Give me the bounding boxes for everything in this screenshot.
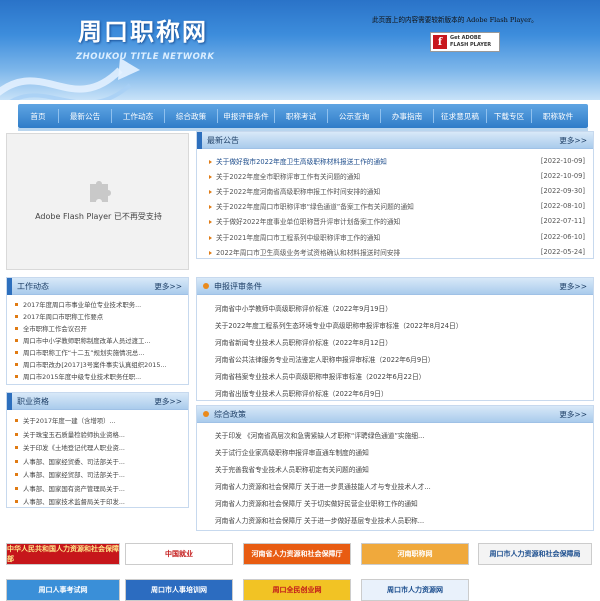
list-item[interactable]: 河南省档案专业技术人员中高级职称申报评审标准（2022年6月22日） — [197, 367, 593, 384]
nav-guide[interactable]: 办事指南 — [381, 104, 433, 128]
work-title: 工作动态 — [17, 281, 49, 291]
list-item[interactable]: 全市职称工作会议召开 — [7, 322, 188, 334]
banner-henan-hrss[interactable]: 河南省人力资源和社会保障厅 — [243, 543, 351, 565]
banner-china-jobs[interactable]: 中国就业 — [125, 543, 233, 565]
banner-zhoukou-hr[interactable]: 周口市人力资源网 — [361, 579, 469, 601]
flash-unsupported-text: Adobe Flash Player 已不再受支持 — [35, 212, 162, 221]
policy-more-link[interactable]: 更多>> — [559, 409, 593, 420]
orange-dot-icon — [203, 283, 209, 289]
site-header: 周口职称网 ZHOUKOU TITLE NETWORK 此页面上的内容需要较新版… — [0, 0, 600, 100]
nav-policy[interactable]: 综合政策 — [165, 104, 217, 128]
qualification-title: 职业资格 — [17, 396, 49, 406]
list-item[interactable]: 河南省人力资源和社会保障厅 关于切实做好民营企业职称工作的通知 — [197, 494, 593, 511]
banner-zhoukou-hrss[interactable]: 周口市人力资源和社会保障局 — [478, 543, 592, 565]
list-item[interactable]: 关于2017年度一建（含增项）... — [7, 414, 188, 428]
list-item[interactable]: 关于完善我省专业技术人员职称初定有关问题的通知 — [197, 460, 593, 477]
list-item[interactable]: 人事部、国家技术监督局关于印发... — [7, 495, 188, 509]
site-name-en: ZHOUKOU TITLE NETWORK — [76, 52, 215, 62]
list-item[interactable]: 周口市中小学教师职称制度改革人员过渡工... — [7, 334, 188, 346]
news-row[interactable]: 关于做好2022年度事业单位职称晋升评审计划备案工作的通知 [2022-07-11… — [197, 214, 593, 229]
list-item[interactable]: 关于珠宝玉石质量检验师执业资格... — [7, 428, 188, 442]
latest-panel: 最新公告 更多>> 关于做好我市2022年度卫生高级职称材料报送工作的通知 [20… — [196, 131, 594, 259]
nav-draft[interactable]: 征求意见稿 — [434, 104, 486, 128]
nav-exam[interactable]: 职称考试 — [275, 104, 327, 128]
list-item[interactable]: 河南省人力资源和社会保障厅 关于进一步贯通技能人才与专业技术人才... — [197, 477, 593, 494]
get-flash-button[interactable]: f Get ADOBE FLASH PLAYER — [430, 32, 500, 52]
list-item[interactable]: 关于印发 《河南省高层次和急需紧缺人才职称“评聘绿色通道”实施细... — [197, 426, 593, 443]
latest-more-link[interactable]: 更多>> — [559, 135, 593, 146]
nav-software[interactable]: 职称软件 — [532, 104, 584, 128]
news-row[interactable]: 2022年周口市卫生高级业务考试资格确认和材料报送时间安排 [2022-05-24… — [197, 244, 593, 259]
list-item[interactable]: 河南省公共法律服务专业司法鉴定人职称申报评审标准（2022年6月9日） — [197, 350, 593, 367]
nav-home[interactable]: 首页 — [18, 104, 58, 128]
list-item[interactable]: 关于试行企业家高级职称申报评审直通车制度的通知 — [197, 443, 593, 460]
policy-panel: 综合政策 更多>> 关于印发 《河南省高层次和急需紧缺人才职称“评聘绿色通道”实… — [196, 405, 594, 531]
review-title: 申报评审条件 — [214, 281, 262, 291]
list-item[interactable]: 周口市职称工作“十二五”规划实施情况总... — [7, 346, 188, 358]
banner-mohrss[interactable]: 中华人民共和国人力资源和社会保障部 — [6, 543, 120, 565]
nav-work[interactable]: 工作动态 — [112, 104, 164, 128]
news-row[interactable]: 关于2022年度全市职称评审工作有关问题的通知 [2022-10-09] — [197, 168, 593, 183]
nav-latest[interactable]: 最新公告 — [59, 104, 111, 128]
banner-zhoukou-startup[interactable]: 周口全民创业网 — [243, 579, 351, 601]
orange-dot-icon — [203, 411, 209, 417]
list-item[interactable]: 关于印发《土地登记代理人职业资... — [7, 441, 188, 455]
work-more-link[interactable]: 更多>> — [154, 281, 188, 292]
main-nav: 首页 最新公告 工作动态 综合政策 申报评审条件 职称考试 公示查询 办事指南 … — [18, 104, 588, 128]
list-item[interactable]: 河南省出版专业技术人员职称评价标准（2022年6月9日） — [197, 384, 593, 401]
flash-placeholder: Adobe Flash Player 已不再受支持 — [6, 133, 189, 270]
list-item[interactable]: 周口市职改办[2017]3号案件事实认真组织2015... — [7, 358, 188, 370]
list-item[interactable]: 人事部、国家经贸部、司法部关于... — [7, 468, 188, 482]
work-panel: 工作动态 更多>> 2017年度周口市事业单位专业技术职务... 2017年周口… — [6, 277, 189, 385]
qualification-more-link[interactable]: 更多>> — [154, 396, 188, 407]
qualification-panel: 职业资格 更多>> 关于2017年度一建（含增项）... 关于珠宝玉石质量检验师… — [6, 392, 189, 508]
list-item[interactable]: 河南省人力资源和社会保障厅 关于进一步做好基层专业技术人员职称... — [197, 511, 593, 528]
list-item[interactable]: 人事部、国家经贸委、司法部关于... — [7, 455, 188, 469]
list-item[interactable]: 周口市2015年度中级专业技术职务任职... — [7, 370, 188, 382]
list-item[interactable]: 2017年度周口市事业单位专业技术职务... — [7, 298, 188, 310]
get-flash-line1: Get ADOBE — [450, 35, 482, 41]
get-flash-line2: FLASH PLAYER — [450, 42, 492, 48]
site-name: 周口职称网 — [78, 18, 208, 46]
plugin-puzzle-icon — [90, 181, 111, 202]
list-item[interactable]: 河南省新闻专业技术人员职称评价标准（2022年8月12日） — [197, 333, 593, 350]
review-panel: 申报评审条件 更多>> 河南省中小学教师中高级职称评价标准（2022年9月19日… — [196, 277, 594, 401]
list-item[interactable]: 关于2022年度工程系列生态环境专业中高级职称申报评审标准（2022年8月24日… — [197, 316, 593, 333]
news-row[interactable]: 关于做好我市2022年度卫生高级职称材料报送工作的通知 [2022-10-09] — [197, 153, 593, 168]
news-row[interactable]: 关于2022年度周口市职称评审“绿色通道”备案工作有关问题的通知 [2022-08… — [197, 199, 593, 214]
list-item[interactable]: 河南省中小学教师中高级职称评价标准（2022年9月19日） — [197, 299, 593, 316]
review-more-link[interactable]: 更多>> — [559, 281, 593, 292]
flash-notice: 此页面上的内容需要较新版本的 Adobe Flash Player。 — [372, 16, 538, 24]
nav-query[interactable]: 公示查询 — [328, 104, 380, 128]
banner-henan-title[interactable]: 河南职称网 — [361, 543, 469, 565]
news-row[interactable]: 关于2022年度河南省高级职称申报工作时间安排的通知 [2022-09-30] — [197, 183, 593, 198]
list-item[interactable]: 人事部、国家国有资产管理局关于... — [7, 482, 188, 496]
list-item[interactable]: 2017年周口市职称工作要点 — [7, 310, 188, 322]
news-row[interactable]: 关于2021年度周口市工程系列中级职称评审工作的通知 [2022-06-10] — [197, 229, 593, 244]
flash-player-icon: f — [433, 35, 447, 49]
banner-zhoukou-exam[interactable]: 周口人事考试网 — [6, 579, 120, 601]
policy-title: 综合政策 — [214, 409, 246, 419]
nav-download[interactable]: 下载专区 — [487, 104, 531, 128]
banner-zhoukou-training[interactable]: 周口市人事培训网 — [125, 579, 233, 601]
latest-title: 最新公告 — [207, 135, 239, 145]
nav-review[interactable]: 申报评审条件 — [218, 104, 274, 128]
